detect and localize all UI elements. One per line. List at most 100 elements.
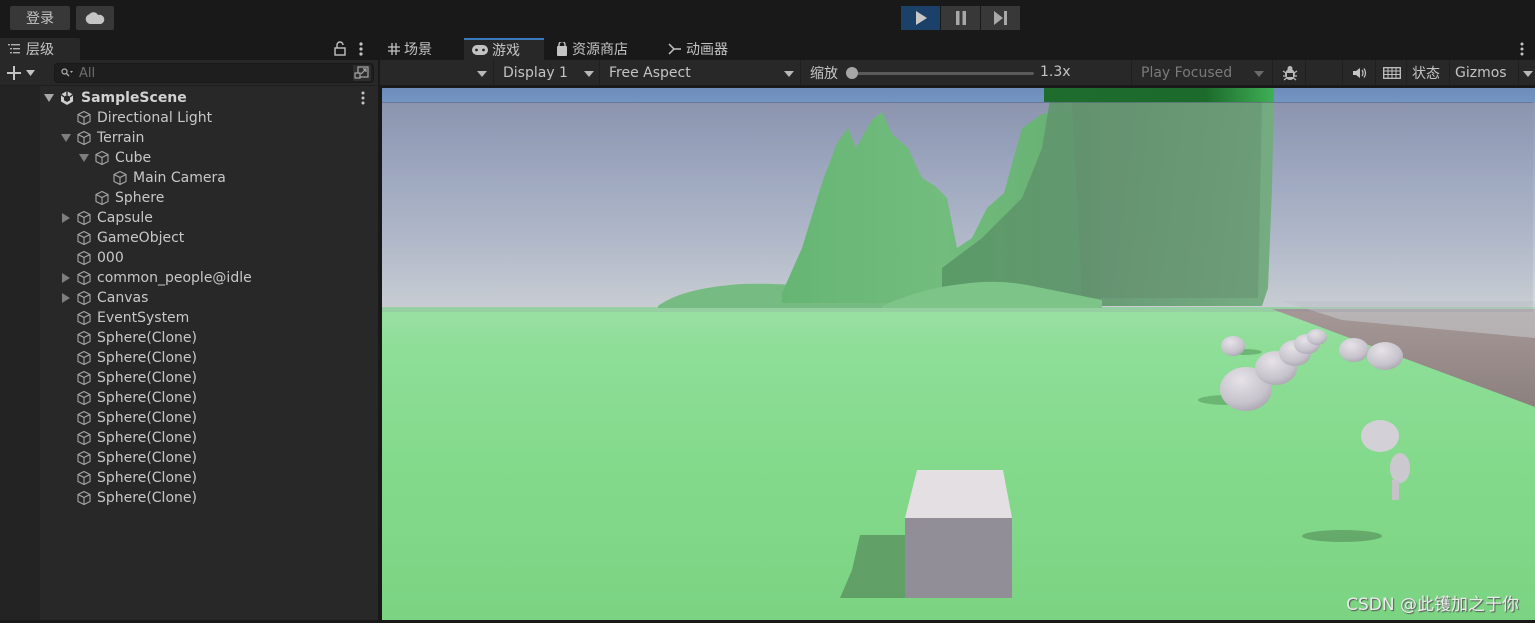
pause-button[interactable] xyxy=(941,6,980,30)
login-button[interactable]: 登录 xyxy=(10,6,70,30)
collapsed-arrow-icon[interactable] xyxy=(61,273,71,283)
scale-slider-thumb[interactable] xyxy=(846,67,858,79)
chevron-down-icon xyxy=(26,70,35,76)
more-options-icon[interactable] xyxy=(1517,41,1527,57)
hierarchy-item-label: Sphere(Clone) xyxy=(97,350,197,366)
hierarchy-item-label: Sphere(Clone) xyxy=(97,490,197,506)
chevron-down-icon xyxy=(584,71,594,77)
hierarchy-item[interactable]: common_people@idle xyxy=(0,268,378,288)
play-icon xyxy=(915,11,927,25)
hierarchy-item[interactable]: Sphere(Clone) xyxy=(0,368,378,388)
hierarchy-item-label: Cube xyxy=(115,150,152,166)
list-icon xyxy=(8,44,20,54)
stats-button[interactable]: 状态 xyxy=(1408,60,1450,86)
expanded-arrow-icon[interactable] xyxy=(79,153,89,163)
step-button[interactable] xyxy=(981,6,1020,30)
chevron-down-icon xyxy=(477,71,487,77)
hierarchy-item-label: EventSystem xyxy=(97,310,190,326)
lock-icon[interactable] xyxy=(333,41,347,57)
hierarchy-item[interactable]: Sphere(Clone) xyxy=(0,448,378,468)
hierarchy-item[interactable]: Cube xyxy=(0,148,378,168)
tab-asset-store[interactable]: 资源商店 xyxy=(548,38,658,60)
tab-animator[interactable]: 动画器 xyxy=(660,38,760,60)
hierarchy-item-label: Canvas xyxy=(97,290,149,306)
display-label: Display 1 xyxy=(503,65,568,81)
gameobject-cube-icon xyxy=(76,210,92,226)
hierarchy-item[interactable]: Sphere(Clone) xyxy=(0,408,378,428)
gizmos-button[interactable]: Gizmos xyxy=(1451,60,1519,86)
hierarchy-item[interactable]: 000 xyxy=(0,248,378,268)
hierarchy-item[interactable]: Sphere xyxy=(0,188,378,208)
hierarchy-item-label: Sphere(Clone) xyxy=(97,330,197,346)
tab-game[interactable]: 游戏 xyxy=(464,38,544,60)
scale-slider-track[interactable] xyxy=(850,72,1034,75)
hierarchy-item-label: Sphere xyxy=(115,190,165,206)
hierarchy-item[interactable]: Sphere(Clone) xyxy=(0,348,378,368)
mute-audio-button[interactable] xyxy=(1344,60,1376,86)
hierarchy-item[interactable]: Sphere(Clone) xyxy=(0,428,378,448)
play-mode-label: Play Focused xyxy=(1141,65,1233,81)
expanded-arrow-icon[interactable] xyxy=(61,133,71,143)
hierarchy-item-label: Sphere(Clone) xyxy=(97,450,197,466)
scene-label: SampleScene xyxy=(81,90,187,106)
hierarchy-item[interactable]: Capsule xyxy=(0,208,378,228)
step-icon xyxy=(993,11,1007,25)
play-mode-dropdown[interactable]: Play Focused xyxy=(1133,60,1273,86)
search-input[interactable] xyxy=(79,65,339,81)
gizmos-label: Gizmos xyxy=(1455,65,1507,81)
tab-asset-store-label: 资源商店 xyxy=(572,42,628,58)
hierarchy-search xyxy=(54,63,374,83)
gameobject-cube-icon xyxy=(94,150,110,166)
chevron-down-icon xyxy=(784,71,794,77)
hierarchy-item[interactable]: Directional Light xyxy=(0,108,378,128)
aspect-dropdown[interactable]: Free Aspect xyxy=(601,60,801,86)
cube-top xyxy=(905,470,1012,518)
hierarchy-item[interactable]: Sphere(Clone) xyxy=(0,328,378,348)
hierarchy-item[interactable]: EventSystem xyxy=(0,308,378,328)
hierarchy-item[interactable]: Sphere(Clone) xyxy=(0,488,378,508)
scene-row[interactable]: SampleScene xyxy=(0,88,378,108)
gameobject-cube-icon xyxy=(76,270,92,286)
hierarchy-item[interactable]: Terrain xyxy=(0,128,378,148)
tab-scene[interactable]: 场景 xyxy=(380,38,464,60)
hierarchy-item[interactable]: Main Camera xyxy=(0,168,378,188)
gameobject-cube-icon xyxy=(94,190,110,206)
gameobject-cube-icon xyxy=(112,170,128,186)
plus-icon xyxy=(7,66,21,80)
hierarchy-item-label: GameObject xyxy=(97,230,185,246)
display-dropdown[interactable]: Display 1 xyxy=(495,60,600,86)
create-button[interactable] xyxy=(6,64,40,82)
gameobject-cube-icon xyxy=(76,410,92,426)
gameobject-cube-icon xyxy=(76,390,92,406)
chevron-down-icon xyxy=(1523,71,1533,77)
sphere xyxy=(1367,342,1403,370)
hierarchy-tree: SampleScene Directional Light Terrain Cube… xyxy=(0,88,378,508)
tab-animator-label: 动画器 xyxy=(686,42,728,58)
hierarchy-item[interactable]: Sphere(Clone) xyxy=(0,388,378,408)
hierarchy-item-label: Sphere(Clone) xyxy=(97,430,197,446)
gameobject-cube-icon xyxy=(76,350,92,366)
play-button[interactable] xyxy=(901,6,940,30)
expanded-arrow-icon[interactable] xyxy=(44,93,54,103)
hierarchy-item[interactable]: Sphere(Clone) xyxy=(0,468,378,488)
hierarchy-item[interactable]: Canvas xyxy=(0,288,378,308)
game-view-dropdown[interactable] xyxy=(380,60,494,86)
collapsed-arrow-icon[interactable] xyxy=(61,293,71,303)
shortcuts-button[interactable] xyxy=(1377,60,1407,86)
gameobject-cube-icon xyxy=(76,230,92,246)
empty-toggle[interactable] xyxy=(1307,60,1343,86)
bug-icon xyxy=(1282,66,1298,81)
game-toolbar: Display 1 Free Aspect 缩放 1.3x Play Focus… xyxy=(380,60,1535,86)
tab-hierarchy[interactable]: 层级 xyxy=(0,38,80,60)
cloud-button[interactable] xyxy=(76,6,114,30)
scene-more-icon[interactable] xyxy=(358,90,368,106)
hierarchy-tab-label: 层级 xyxy=(26,42,54,58)
cube-front xyxy=(905,518,1012,598)
collapsed-arrow-icon[interactable] xyxy=(61,213,71,223)
expand-icon[interactable] xyxy=(353,65,371,81)
more-options-icon[interactable] xyxy=(356,40,366,58)
debug-button[interactable] xyxy=(1274,60,1306,86)
gizmos-dropdown[interactable] xyxy=(1520,60,1535,86)
hierarchy-item[interactable]: GameObject xyxy=(0,228,378,248)
game-viewport[interactable]: CSDN @此镬加之于你 xyxy=(382,88,1535,621)
